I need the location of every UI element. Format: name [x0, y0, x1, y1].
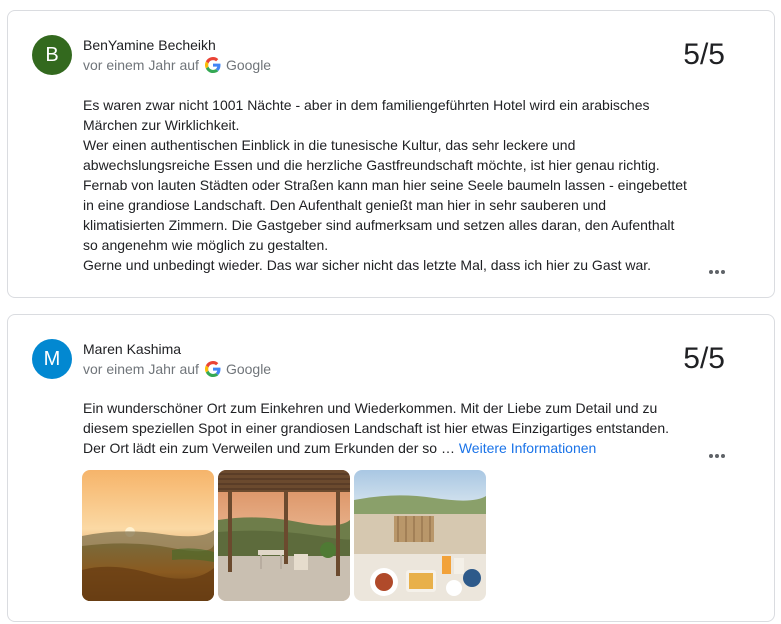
review-text-truncated: Der Ort lädt ein zum Verweilen und zum E… [83, 440, 459, 456]
review-card: M Maren Kashima vor einem Jahr auf Googl… [7, 314, 775, 622]
more-options-icon[interactable] [708, 447, 726, 458]
more-options-icon[interactable] [708, 263, 726, 274]
review-card: B BenYamine Becheikh vor einem Jahr auf … [7, 10, 775, 298]
review-source: Google [225, 361, 272, 377]
review-time: vor einem Jahr auf [83, 57, 199, 73]
review-text: Ein wunderschöner Ort zum Einkehren und … [83, 398, 703, 458]
google-icon [204, 57, 221, 73]
review-text-line: Ein wunderschöner Ort zum Einkehren und … [83, 400, 658, 416]
avatar[interactable]: B [32, 35, 72, 75]
sunset-landscape-photo[interactable] [82, 470, 214, 601]
reviewer-name[interactable]: BenYamine Becheikh [83, 37, 216, 53]
review-text: Es waren zwar nicht 1001 Nächte - aber i… [83, 95, 703, 275]
review-text-line: Der Ort lädt ein zum Verweilen und zum E… [83, 438, 703, 458]
more-info-link[interactable]: Weitere Informationen [459, 440, 596, 456]
avatar-letter: M [43, 348, 61, 370]
avatar[interactable]: M [32, 339, 72, 379]
review-text-line: Wer einen authentischen Einblick in die … [83, 137, 576, 153]
review-text-line: Märchen zur Wirklichkeit. [83, 117, 240, 133]
reviewer-name[interactable]: Maren Kashima [83, 341, 181, 357]
review-text-line: Es waren zwar nicht 1001 Nächte - aber i… [83, 97, 650, 113]
rating: 5/5 [683, 342, 725, 375]
review-text-line: so angenehm wie möglich zu gestalten. [83, 237, 329, 253]
review-source: Google [225, 57, 272, 73]
review-text-line: diesem speziellen Spot in einer grandios… [83, 420, 670, 436]
google-icon [204, 361, 221, 377]
rating: 5/5 [683, 38, 725, 71]
pergola-terrace-photo[interactable] [218, 470, 350, 601]
review-meta: vor einem Jahr auf Google [83, 361, 271, 377]
review-time: vor einem Jahr auf [83, 361, 199, 377]
review-text-line: abwechslungsreiche Essen und die herzlic… [83, 157, 660, 173]
review-text-line: in eine grandiose Landschaft. Den Aufent… [83, 197, 607, 213]
review-text-line: klimatisierten Zimmern. Die Gastgeber si… [83, 217, 675, 233]
review-photos [82, 470, 486, 601]
breakfast-table-photo[interactable] [354, 470, 486, 601]
review-meta: vor einem Jahr auf Google [83, 57, 271, 73]
avatar-letter: B [45, 44, 59, 66]
review-text-line: Fernab von lauten Städten oder Straßen k… [83, 177, 687, 193]
review-text-line: Gerne und unbedingt wieder. Das war sich… [83, 257, 652, 273]
